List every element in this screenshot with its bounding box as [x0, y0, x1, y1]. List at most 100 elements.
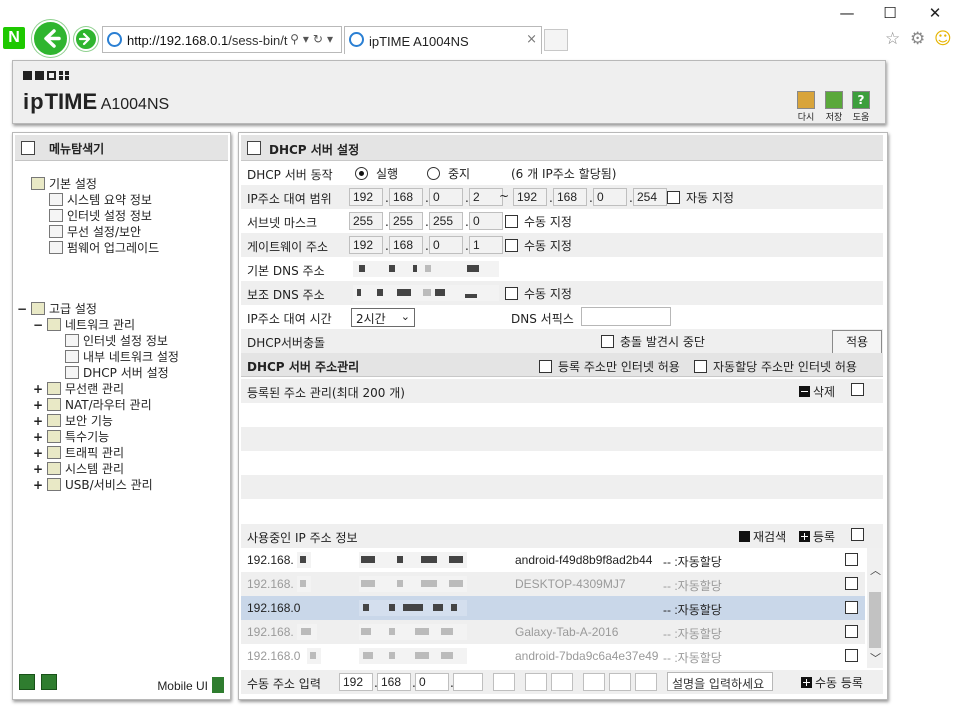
menu-usb-service[interactable]: USB/서비스 관리	[47, 477, 153, 493]
manual-ip-octet2[interactable]: 168	[377, 673, 411, 691]
range-start-octet2[interactable]: 168	[389, 188, 423, 206]
range-end-octet1[interactable]: 192	[513, 188, 547, 206]
secondary-dns-redacted[interactable]	[353, 285, 499, 301]
registered-only-checkbox[interactable]: 등록 주소만 인터넷 허용	[539, 358, 680, 375]
manual-dns-checkbox[interactable]: 수동 지정	[505, 285, 572, 302]
delete-select-all-checkbox[interactable]	[851, 383, 870, 397]
row-checkbox[interactable]	[845, 577, 858, 590]
manual-ip-octet1[interactable]: 192	[339, 673, 373, 691]
menu-internet-settings[interactable]: 인터넷 설정 정보	[65, 333, 168, 349]
refresh-button[interactable]: 다시	[796, 91, 816, 123]
manual-ip-octet4[interactable]	[453, 673, 483, 691]
range-end-octet2[interactable]: 168	[553, 188, 587, 206]
home-icon[interactable]	[19, 674, 35, 690]
close-window-button[interactable]: ✕	[925, 4, 945, 22]
manual-mac-5[interactable]	[609, 673, 631, 691]
range-start-octet3[interactable]: 0	[429, 188, 463, 206]
manual-mac-1[interactable]	[493, 673, 515, 691]
auto-range-checkbox[interactable]: 자동 지정	[667, 189, 734, 206]
lease-time-select[interactable]: 2시간 ⌄	[351, 308, 415, 327]
forward-button[interactable]	[74, 27, 98, 51]
smiley-icon[interactable]: ☺	[934, 29, 952, 49]
menu-system[interactable]: 시스템 관리	[47, 461, 124, 477]
minimize-button[interactable]: —	[837, 4, 857, 22]
gateway-octet3[interactable]: 0	[429, 236, 463, 254]
gateway-octet4[interactable]: 1	[469, 236, 503, 254]
subnet-octet1[interactable]: 255	[349, 212, 383, 230]
menu-nat-router[interactable]: NAT/라우터 관리	[47, 397, 152, 413]
expand-traffic[interactable]: +	[33, 445, 43, 461]
search-refresh-icons[interactable]: ⚲▾↻▾	[290, 32, 337, 46]
naver-icon[interactable]: N	[3, 27, 25, 49]
register-select-all-checkbox[interactable]	[851, 528, 870, 542]
menu-dhcp-server[interactable]: DHCP 서버 설정	[65, 365, 169, 381]
row-checkbox[interactable]	[845, 553, 858, 566]
collapse-advanced[interactable]: −	[17, 301, 27, 317]
rescan-button[interactable]: 재검색	[739, 528, 786, 545]
table-row[interactable]: 192.168.0 android-7bda9c6a4e37e49 -- :자동…	[241, 644, 865, 668]
table-row[interactable]: 192.168. Galaxy-Tab-A-2016 -- :자동할당	[241, 620, 865, 644]
new-tab-button[interactable]	[544, 29, 568, 51]
range-start-octet1[interactable]: 192	[349, 188, 383, 206]
scroll-up-icon[interactable]: ︿	[870, 562, 881, 578]
save-button[interactable]: 저장	[824, 91, 844, 123]
table-row[interactable]: 192.168. DESKTOP-4309MJ7 -- :자동할당	[241, 572, 865, 596]
register-button[interactable]: 등록	[799, 528, 835, 545]
row-checkbox[interactable]	[845, 601, 858, 614]
menu-security[interactable]: 보안 기능	[47, 413, 113, 429]
browser-tab[interactable]: ipTIME A1004NS ×	[344, 26, 542, 54]
radio-run[interactable]: 실행	[355, 165, 398, 182]
description-input[interactable]: 설명을 입력하세요	[667, 672, 773, 691]
tab-close-icon[interactable]: ×	[526, 32, 537, 47]
apply-button[interactable]: 적용	[832, 330, 882, 354]
range-end-octet4[interactable]: 254	[633, 188, 667, 206]
expand-special[interactable]: +	[33, 429, 43, 445]
gateway-octet2[interactable]: 168	[389, 236, 423, 254]
manual-mac-3[interactable]	[551, 673, 573, 691]
table-row-selected[interactable]: 192.168.0 -- :자동할당	[241, 596, 865, 620]
primary-dns-redacted[interactable]	[353, 261, 499, 277]
gear-icon[interactable]: ⚙	[910, 29, 925, 49]
menu-advanced-settings[interactable]: 고급 설정	[31, 301, 97, 317]
logout-icon[interactable]	[41, 674, 57, 690]
menu-traffic[interactable]: 트래픽 관리	[47, 445, 124, 461]
mobile-ui-link[interactable]: Mobile UI	[157, 677, 224, 693]
delete-button[interactable]: 삭제	[799, 383, 835, 400]
expand-nat[interactable]: +	[33, 397, 43, 413]
gateway-octet1[interactable]: 192	[349, 236, 383, 254]
manual-mac-2[interactable]	[525, 673, 547, 691]
menu-network-mgmt[interactable]: 네트워크 관리	[47, 317, 135, 333]
help-button[interactable]: ? 도움	[851, 91, 871, 123]
expand-usb[interactable]: +	[33, 477, 43, 493]
collapse-network[interactable]: −	[33, 317, 43, 333]
row-checkbox[interactable]	[845, 649, 858, 662]
menu-firmware-upgrade[interactable]: 펌웨어 업그레이드	[49, 240, 159, 256]
menu-internal-network[interactable]: 내부 네트워크 설정	[65, 349, 179, 365]
manual-gateway-checkbox[interactable]: 수동 지정	[505, 237, 572, 254]
menu-basic-settings[interactable]: 기본 설정	[31, 176, 97, 192]
range-end-octet3[interactable]: 0	[593, 188, 627, 206]
manual-subnet-checkbox[interactable]: 수동 지정	[505, 213, 572, 230]
menu-system-summary[interactable]: 시스템 요약 정보	[49, 192, 152, 208]
expand-wireless[interactable]: +	[33, 381, 43, 397]
expand-system[interactable]: +	[33, 461, 43, 477]
menu-wireless-mgmt[interactable]: 무선랜 관리	[47, 381, 124, 397]
ip-list-scrollbar[interactable]: ︿ ﹀	[867, 548, 883, 668]
menu-wireless-security[interactable]: 무선 설정/보안	[49, 224, 141, 240]
range-start-octet4[interactable]: 2	[469, 188, 503, 206]
scroll-down-icon[interactable]: ﹀	[870, 650, 881, 666]
menu-internet-info[interactable]: 인터넷 설정 정보	[49, 208, 152, 224]
radio-stop[interactable]: 중지	[427, 165, 470, 182]
menu-special[interactable]: 특수기능	[47, 429, 109, 445]
favorites-icon[interactable]: ☆	[885, 29, 900, 49]
manual-mac-6[interactable]	[635, 673, 657, 691]
auto-only-checkbox[interactable]: 자동할당 주소만 인터넷 허용	[694, 358, 857, 375]
table-row[interactable]: 192.168. android-f49d8b9f8ad2b44 -- :자동할…	[241, 548, 865, 572]
maximize-button[interactable]: ☐	[880, 4, 900, 22]
stop-on-conflict-checkbox[interactable]: 충돌 발견시 중단	[601, 333, 705, 350]
address-bar[interactable]: http://192.168.0.1/sess-bin/t ⚲▾↻▾	[102, 26, 342, 53]
manual-ip-octet3[interactable]: 0	[415, 673, 449, 691]
subnet-octet2[interactable]: 255	[389, 212, 423, 230]
scroll-thumb[interactable]	[869, 592, 881, 648]
back-button[interactable]	[32, 20, 69, 57]
